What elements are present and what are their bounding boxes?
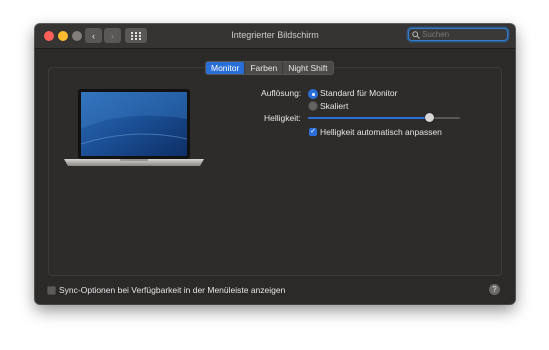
auto-brightness-label[interactable]: Helligkeit automatisch anpassen	[320, 127, 442, 137]
search-input[interactable]	[422, 30, 502, 39]
brightness-slider-fill	[308, 117, 430, 119]
resolution-default-radio[interactable]	[308, 89, 318, 99]
tab-monitor[interactable]: Monitor	[206, 62, 246, 74]
tab-farben[interactable]: Farben	[245, 62, 284, 74]
help-button[interactable]: ?	[489, 284, 500, 295]
auto-brightness-checkbox[interactable]: ✓	[309, 128, 317, 136]
sync-options-checkbox[interactable]	[47, 286, 56, 295]
title-bar: ‹ › Integrierter Bildschirm	[35, 24, 515, 49]
preferences-window: ‹ › Integrierter Bildschirm Monitor	[35, 24, 515, 304]
sync-options-label[interactable]: Sync-Optionen bei Verfügbarkeit in der M…	[59, 285, 285, 295]
tab-night-shift[interactable]: Night Shift	[283, 62, 332, 74]
search-field[interactable]	[408, 28, 508, 41]
resolution-scaled-label[interactable]: Skaliert	[320, 101, 348, 111]
search-icon	[412, 30, 420, 39]
tab-bar: Monitor Farben Night Shift	[205, 61, 334, 75]
resolution-default-label[interactable]: Standard für Monitor	[320, 88, 397, 98]
brightness-slider[interactable]	[308, 117, 460, 119]
resolution-scaled-radio[interactable]	[308, 101, 318, 111]
resolution-label: Auflösung:	[261, 88, 302, 98]
brightness-label: Helligkeit:	[264, 113, 301, 123]
macbook-display-image	[64, 89, 204, 166]
